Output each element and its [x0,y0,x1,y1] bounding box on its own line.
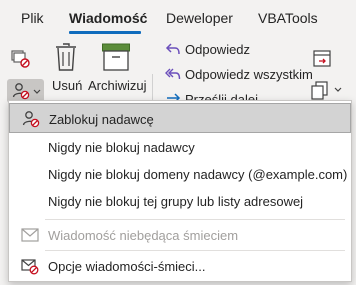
junk-dropdown-menu: Zablokuj nadawcę Nigdy nie blokuj nadawc… [8,100,352,282]
tab-wiadomosc[interactable]: Wiadomość [69,10,147,26]
reply-all-button[interactable]: Odpowiedz wszystkim [165,66,315,84]
copy-icon [311,81,328,100]
ignore-icon [11,50,30,68]
menu-item-block-sender[interactable]: Zablokuj nadawcę [9,103,351,133]
chevron-down-icon [334,87,342,92]
menu-item-never-block-sender[interactable]: Nigdy nie blokuj nadawcy [9,132,351,162]
tab-vbatools[interactable]: VBATools [258,10,318,26]
reply-label: Odpowiedz [185,42,251,57]
chevron-down-icon [33,89,41,94]
menu-item-never-block-group[interactable]: Nigdy nie blokuj tej grupy lub listy adr… [9,186,351,216]
delete-label: Usuń [52,78,83,93]
archive-label: Archiwizuj [88,78,147,93]
menu-item-never-block-domain[interactable]: Nigdy nie blokuj domeny nadawcy (@exampl… [9,159,351,189]
mail-icon [21,228,39,242]
reply-all-label: Odpowiedz wszystkim [185,67,313,82]
tab-deweloper[interactable]: Deweloper [166,10,233,26]
tab-plik[interactable]: Plik [21,10,44,26]
archive-button[interactable] [96,40,136,72]
menu-item-label: Nigdy nie blokuj tej grupy lub listy adr… [48,194,304,209]
ribbon-tabs: Plik Wiadomość Deweloper VBATools [0,0,356,34]
menu-item-label: Wiadomość niebędąca śmieciem [48,228,239,243]
more-actions-button[interactable] [310,80,344,100]
ignore-button[interactable] [10,48,32,70]
reply-all-icon [165,68,181,80]
menu-item-label: Opcje wiadomości-śmieci... [48,259,206,274]
menu-item-not-junk[interactable]: Wiadomość niebędąca śmieciem [9,220,351,250]
reply-button[interactable]: Odpowiedz [165,41,255,59]
trash-icon [56,43,76,71]
menu-item-label: Nigdy nie blokuj domeny nadawcy (@exampl… [48,167,348,182]
block-sender-icon [22,111,40,128]
calendar-button[interactable] [312,48,332,68]
menu-item-label: Nigdy nie blokuj nadawcy [48,140,195,155]
block-sender-icon [12,83,30,100]
junk-options-icon [21,259,39,275]
calendar-move-icon [313,50,331,67]
menu-item-junk-options[interactable]: Opcje wiadomości-śmieci... [9,251,351,281]
reply-icon [165,43,180,55]
archive-icon [102,43,130,71]
menu-item-label: Zablokuj nadawcę [49,112,154,127]
